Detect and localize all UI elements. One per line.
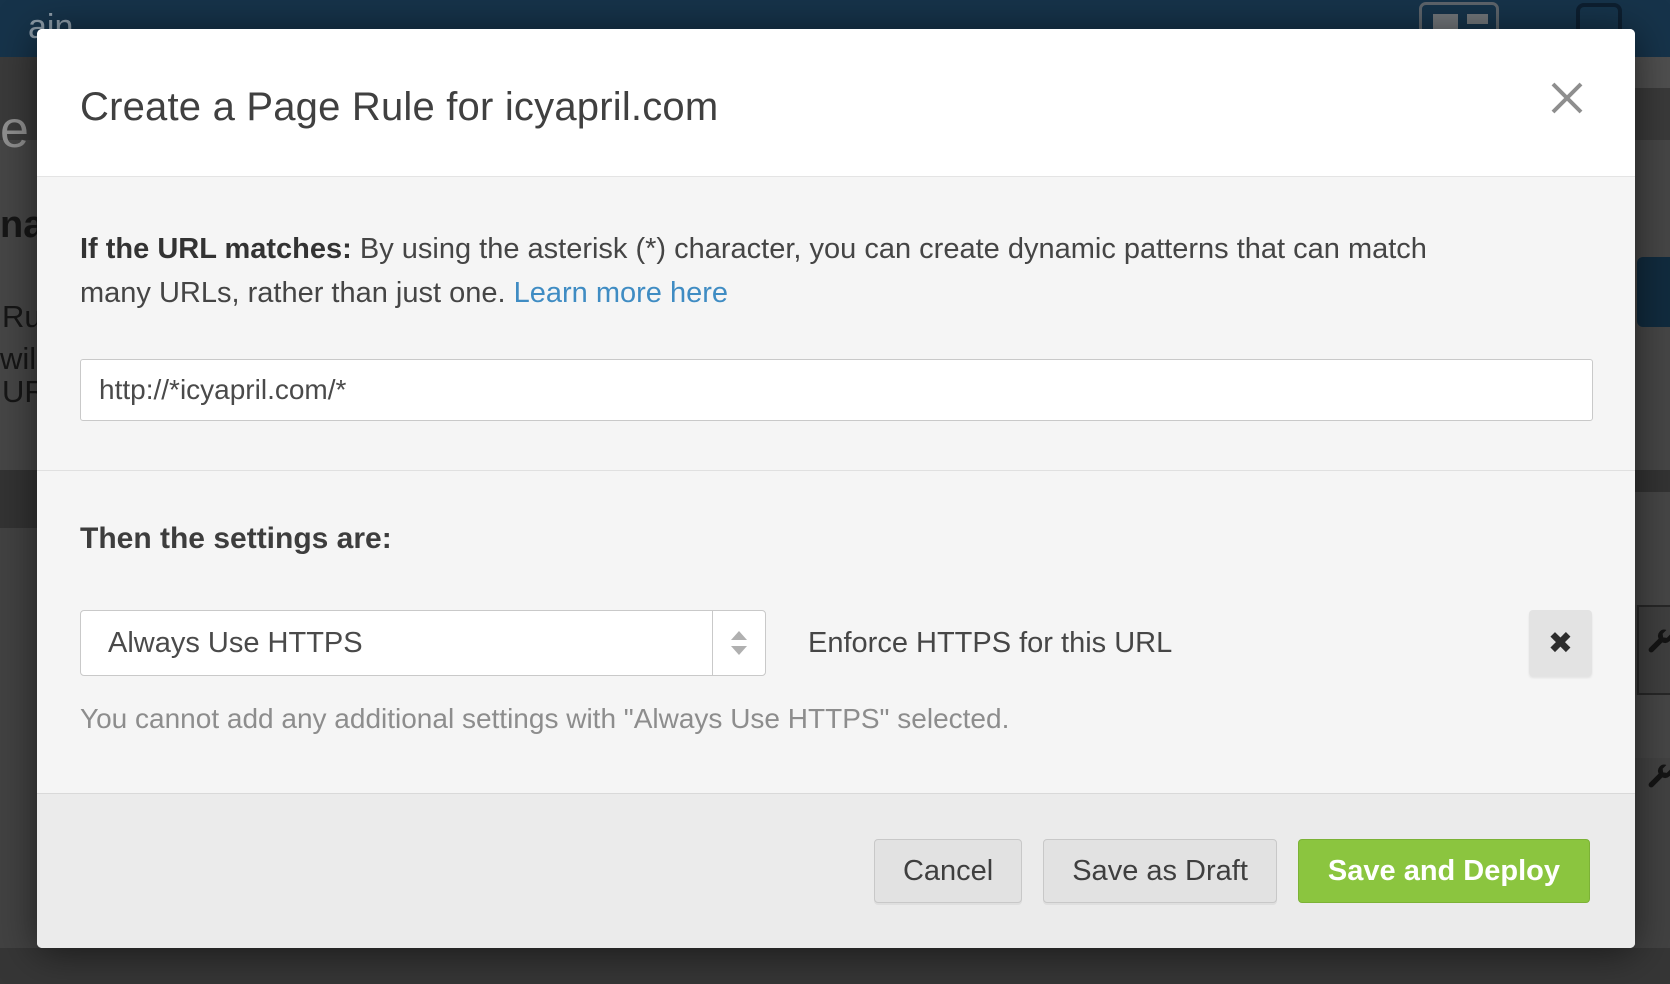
section-divider xyxy=(37,470,1635,471)
page: ain. e nav Ru will UR Create a Page Rule… xyxy=(0,0,1670,984)
chevron-down-icon xyxy=(731,646,747,655)
wrench-icon xyxy=(1644,762,1670,792)
url-match-label: If the URL matches: xyxy=(80,233,352,265)
wrench-icon xyxy=(1644,627,1670,657)
create-page-rule-modal: Create a Page Rule for icyapril.com If t… xyxy=(37,29,1635,948)
remove-setting-button[interactable]: ✖ xyxy=(1529,610,1592,676)
learn-more-link[interactable]: Learn more here xyxy=(514,277,728,309)
url-pattern-input[interactable] xyxy=(80,359,1593,421)
setting-select-value: Always Use HTTPS xyxy=(108,611,363,675)
url-match-description: If the URL matches: By using the asteris… xyxy=(80,227,1580,315)
background-text-fragment: e xyxy=(0,100,29,160)
save-as-draft-button[interactable]: Save as Draft xyxy=(1043,839,1277,903)
x-remove-icon: ✖ xyxy=(1548,626,1573,661)
save-and-deploy-button[interactable]: Save and Deploy xyxy=(1298,839,1590,903)
modal-header: Create a Page Rule for icyapril.com xyxy=(37,29,1635,177)
dimmed-edge-band xyxy=(1635,57,1670,88)
cancel-button[interactable]: Cancel xyxy=(874,839,1022,903)
setting-select[interactable]: Always Use HTTPS xyxy=(80,610,766,676)
chevron-up-icon xyxy=(731,631,747,640)
dimmed-edge-band xyxy=(1635,492,1670,605)
dimmed-blue-button-fragment xyxy=(1637,257,1670,327)
setting-row: Always Use HTTPS Enforce HTTPS for this … xyxy=(80,610,1172,676)
dimmed-edge-band xyxy=(1635,695,1670,758)
setting-description: Enforce HTTPS for this URL xyxy=(808,627,1172,660)
dimmed-page-bottom xyxy=(0,948,1670,984)
modal-footer: Cancel Save as Draft Save and Deploy xyxy=(37,793,1635,948)
background-text-fragment: Ru xyxy=(2,299,42,335)
modal-title: Create a Page Rule for icyapril.com xyxy=(80,85,718,130)
setting-note: You cannot add any additional settings w… xyxy=(80,703,1009,735)
select-stepper[interactable] xyxy=(712,611,765,675)
close-button[interactable] xyxy=(1547,78,1587,118)
close-icon xyxy=(1550,103,1584,118)
settings-heading: Then the settings are: xyxy=(80,522,392,556)
